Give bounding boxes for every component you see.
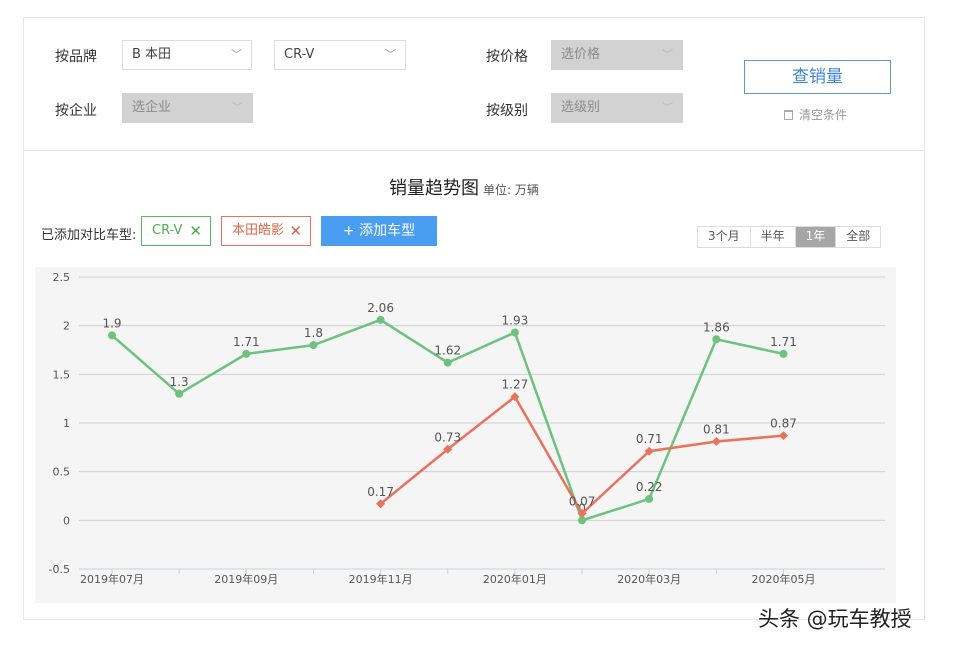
period-all[interactable]: 全部 [836,227,881,247]
data-label: 0.73 [434,430,461,444]
sales-trend-svg: -0.5 0 0.5 1 1.5 2 2.5 2019年07月 2019年09月 2019年11月… [49,271,885,586]
period-switcher: 3个月 半年 1年 全部 [697,226,882,248]
sales-panel: 按品牌 B 本田 ﹀ CR-V ﹀ 按价格 选价格 ﹀ 按企业 选企业 ﹀ 按级… [23,17,925,620]
compare-tag-crv[interactable]: CR-V ✕ [141,216,211,246]
sales-trend-chart: -0.5 0 0.5 1 1.5 2 2.5 2019年07月 2019年09月 2019年11月… [35,267,896,603]
brand-select-value: B 本田 [132,47,172,62]
y-tick-label: 2.5 [53,271,71,284]
filter-bar: 按品牌 B 本田 ﹀ CR-V ﹀ 按价格 选价格 ﹀ 按企业 选企业 ﹀ 按级… [24,18,924,151]
add-model-button[interactable]: + 添加车型 [321,216,437,246]
model-select-value: CR-V [284,47,315,62]
data-point [242,349,251,358]
compare-label: 已添加对比车型: [41,228,137,243]
enterprise-select-placeholder: 选企业 [132,100,172,115]
data-point [108,331,116,340]
data-label: 0.87 [770,417,797,431]
data-point [645,494,654,503]
data-point [175,389,184,398]
data-label: 1.3 [170,375,189,389]
data-label: 1.62 [434,344,461,358]
data-label: 1.71 [233,335,260,349]
period-1-year[interactable]: 1年 [795,227,837,247]
level-select[interactable]: 选级别 ﹀ [551,93,683,123]
data-label: 0.71 [636,432,663,446]
chevron-down-icon: ﹀ [662,101,673,114]
data-label: 1.71 [770,335,797,349]
trash-icon [784,110,793,120]
x-tick-label: 2020年05月 [752,572,816,586]
y-tick-label: 0.5 [53,466,71,479]
x-tick-label: 2019年11月 [349,572,413,586]
chart-title: 销量趋势图 单位: 万辆 [389,174,539,200]
data-label: 1.93 [502,313,529,327]
clear-filters-label: 清空条件 [799,108,848,122]
data-label: 0.07 [569,495,596,509]
close-icon[interactable]: ✕ [289,217,302,245]
data-point [510,328,519,337]
brand-select[interactable]: B 本田 ﹀ [122,40,252,70]
y-tick-label: 2 [63,320,70,333]
price-label: 按价格 [486,49,528,65]
watermark: 头条 @玩车教授 [758,607,912,631]
y-tick-label: -0.5 [49,563,70,576]
data-label: 1.8 [304,326,323,340]
period-half-year[interactable]: 半年 [750,227,796,247]
chevron-down-icon: ﹀ [232,101,243,114]
query-sales-button[interactable]: 查销量 [744,60,891,94]
y-tick-label: 0 [63,514,70,527]
chevron-down-icon: ﹀ [662,48,673,61]
data-point [376,315,385,324]
data-point [309,341,318,350]
compare-tag-label: CR-V [152,223,183,238]
x-tick-label: 2020年03月 [617,572,681,586]
level-label: 按级别 [486,103,528,119]
brand-label: 按品牌 [55,49,97,65]
data-point [443,358,452,367]
data-label: 1.86 [703,320,730,334]
close-icon[interactable]: ✕ [189,217,202,245]
data-label: 2.06 [367,301,394,315]
data-point [779,431,788,441]
x-tick-label: 2020年01月 [483,572,547,586]
chevron-down-icon: ﹀ [385,48,396,61]
data-point [711,436,721,446]
compare-tag-breeze[interactable]: 本田皓影 ✕ [221,216,311,246]
enterprise-label: 按企业 [55,103,97,119]
y-tick-label: 1 [63,417,70,430]
price-select-placeholder: 选价格 [561,47,601,62]
data-label: 0.17 [367,485,394,499]
x-tick-label: 2019年07月 [80,572,144,586]
data-label: 1.9 [102,316,121,330]
y-tick-label: 1.5 [53,368,71,381]
enterprise-select[interactable]: 选企业 ﹀ [122,93,253,123]
price-select[interactable]: 选价格 ﹀ [551,40,683,70]
data-point [779,349,788,358]
chevron-down-icon: ﹀ [231,48,242,61]
model-select[interactable]: CR-V ﹀ [274,40,406,70]
clear-filters-button[interactable]: 清空条件 [784,106,847,123]
data-label: 1.27 [502,378,529,392]
chart-unit: 单位: 万辆 [483,183,539,197]
chart-title-text: 销量趋势图 [389,178,479,199]
data-point [712,335,721,344]
data-label: 0.22 [636,480,663,494]
period-3-months[interactable]: 3个月 [698,227,751,247]
data-label: 0.81 [703,422,730,436]
level-select-placeholder: 选级别 [561,100,601,115]
compare-tag-label: 本田皓影 [232,223,285,238]
x-tick-label: 2019年09月 [214,572,278,586]
